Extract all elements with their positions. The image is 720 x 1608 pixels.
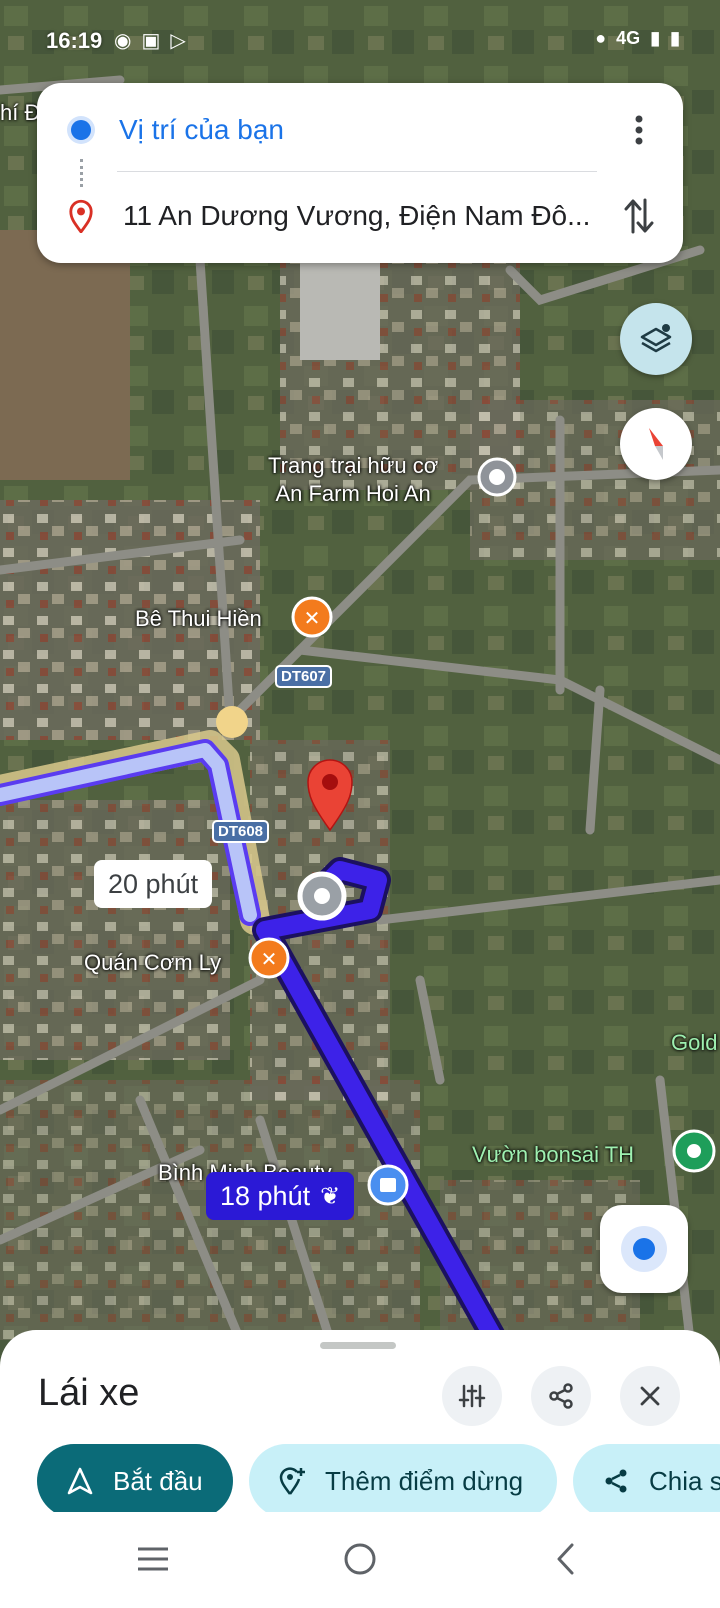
share-route-button[interactable] [531,1366,591,1426]
travel-mode-title: Lái xe [38,1372,140,1414]
origin-dot-icon [71,120,91,140]
share-pill-button[interactable]: Chia s [573,1444,720,1518]
network-type: 4G [616,28,641,48]
road-tag-dt608: DT608 [212,820,270,843]
back-chevron-icon [557,1543,574,1575]
swap-vert-icon [624,198,654,234]
home-circle-icon [344,1543,376,1575]
svg-text:✕: ✕ [304,606,321,630]
alt-route-time[interactable]: 20 phút [94,860,213,908]
layers-icon [640,324,672,353]
map-label-restaurant-1[interactable]: Bê Thui Hiền [135,606,262,632]
road-tag-dt607: DT607 [275,665,333,688]
compass-icon [649,428,663,460]
add-stop-label: Thêm điểm dừng [325,1465,524,1496]
farm-label-line1: Trang trại hữu cơ [268,453,439,478]
main-route-time[interactable]: 18 phút ❦ [206,1172,355,1220]
status-time: 16:19 [46,28,103,53]
main-route-time-text: 18 phút [220,1180,311,1211]
start-navigation-button[interactable]: Bắt đầu [37,1444,233,1518]
battery-icon: ▮ [670,28,680,48]
svg-text:✕: ✕ [261,947,278,971]
my-location-icon [633,1238,655,1260]
map-label-bonsai[interactable]: Vườn bonsai TH [472,1142,634,1168]
card-divider [117,171,597,172]
compass-button[interactable] [620,408,692,480]
close-button[interactable] [620,1366,680,1426]
layers-button[interactable] [620,303,692,375]
status-right-icons: ● 4G ▮ ▮ [595,28,680,49]
notification-icons: ◉ ▣ ▷ [114,28,186,53]
share-pill-label: Chia s [649,1465,720,1496]
status-bar: 16:19 ◉ ▣ ▷ ● 4G ▮ ▮ [0,0,720,80]
menu-icon [138,1547,168,1571]
navigation-arrow-icon [65,1466,95,1496]
my-location-button[interactable] [600,1205,688,1293]
home-button[interactable] [330,1534,390,1584]
map-label-gold: Gold [671,1030,718,1055]
route-dots [80,159,87,187]
play-icon: ▷ [170,30,186,52]
messenger-icon: ◉ [114,30,132,52]
share-icon [549,1383,573,1409]
destination-pin-icon [69,199,93,233]
map-label-left: hí Đ [0,100,41,125]
location-icon: ● [595,28,607,48]
add-location-icon [277,1466,307,1496]
destination-row[interactable]: 11 An Dương Vương, Điện Nam Đô... [67,193,663,239]
signal-icon: ▮ [650,28,661,48]
more-options-button[interactable] [619,105,659,155]
system-nav-bar [0,1512,720,1608]
directions-card: Vị trí của bạn 11 An Dương Vương, Điện N… [37,83,683,263]
add-stop-button[interactable]: Thêm điểm dừng [249,1444,557,1518]
swap-button[interactable] [615,189,663,243]
share-pill-icon [601,1466,631,1496]
eco-leaf-icon: ❦ [320,1182,341,1210]
origin-field[interactable]: Vị trí của bạn [119,114,284,146]
back-button[interactable] [536,1534,596,1584]
recents-button[interactable] [123,1534,183,1584]
destination-field[interactable]: 11 An Dương Vương, Điện Nam Đô... [123,200,603,232]
map-label-restaurant-2[interactable]: Quán Cơm Ly [84,950,221,976]
route-options-button[interactable] [442,1366,502,1426]
close-icon [640,1386,660,1406]
more-vert-icon [635,115,643,145]
drag-handle[interactable] [320,1342,396,1349]
map-label-farm[interactable]: Trang trại hữu cơ An Farm Hoi An [268,452,438,508]
tune-icon [458,1384,486,1408]
farm-label-line2: An Farm Hoi An [275,481,431,506]
start-label: Bắt đầu [113,1465,203,1496]
origin-row[interactable]: Vị trí của bạn [67,107,663,153]
facebook-icon: ▣ [141,30,161,52]
